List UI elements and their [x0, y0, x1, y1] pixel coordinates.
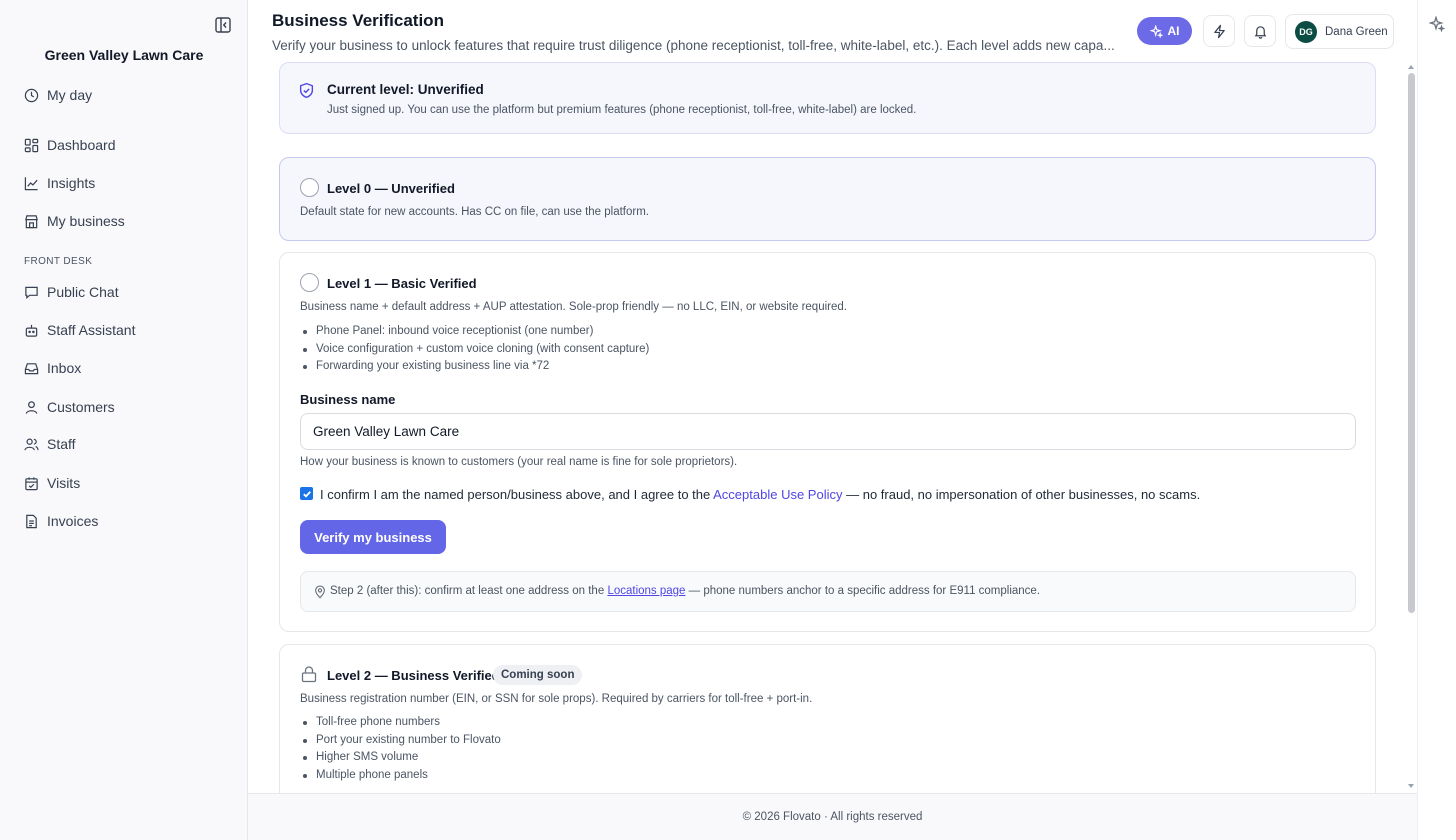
- aup-confirm-text: I confirm I am the named person/business…: [320, 487, 1200, 502]
- sidebar-item-invoices[interactable]: Invoices: [24, 510, 98, 532]
- level-1-radio[interactable]: [300, 273, 319, 292]
- notifications-button[interactable]: [1244, 15, 1276, 47]
- sidebar-item-dashboard[interactable]: Dashboard: [24, 134, 116, 156]
- sidebar-item-label: Inbox: [47, 360, 82, 376]
- sparkle-icon: [1149, 24, 1163, 38]
- current-level-description: Just signed up. You can use the platform…: [327, 104, 917, 116]
- sidebar-item-label: Staff Assistant: [47, 322, 136, 338]
- list-item: Multiple phone panels: [302, 767, 501, 785]
- list-item: Port your existing number to Flovato: [302, 732, 501, 750]
- level-description: Business registration number (EIN, or SS…: [300, 693, 813, 705]
- bell-icon: [1254, 25, 1266, 39]
- step-text-end: — phone numbers anchor to a specific add…: [688, 585, 1041, 597]
- list-item: Phone Panel: inbound voice receptionist …: [302, 323, 649, 341]
- assistant-rail: [1417, 0, 1456, 840]
- scroll-thumb[interactable]: [1408, 73, 1415, 613]
- inbox-icon: [24, 362, 39, 374]
- level-description: Business name + default address + AUP at…: [300, 301, 847, 313]
- sparkle-icon[interactable]: [1428, 15, 1446, 33]
- scroll-down-arrow[interactable]: [1408, 784, 1414, 788]
- sidebar-item-label: Invoices: [47, 513, 99, 529]
- sidebar-item-visits[interactable]: Visits: [24, 472, 80, 494]
- sidebar-item-label: Staff: [47, 436, 76, 452]
- calendar-check-icon: [25, 476, 38, 490]
- page-subtitle: Verify your business to unlock features …: [272, 38, 1115, 53]
- sidebar-item-customers[interactable]: Customers: [24, 396, 115, 418]
- list-item: Higher SMS volume: [302, 749, 501, 767]
- level-title: Level 0 — Unverified: [327, 181, 455, 196]
- sidebar: Green Valley Lawn Care My day Dashboard …: [0, 0, 248, 840]
- locations-page-link[interactable]: Locations page: [607, 585, 685, 597]
- current-level-card: Current level: Unverified Just signed up…: [279, 62, 1376, 134]
- aup-confirm-checkbox[interactable]: [300, 487, 313, 500]
- shield-check-icon: [299, 82, 314, 99]
- bot-icon: [25, 324, 38, 337]
- sidebar-item-label: Public Chat: [47, 284, 119, 300]
- chart-line-icon: [24, 176, 38, 190]
- sidebar-item-label: Dashboard: [47, 137, 116, 153]
- users-icon: [24, 438, 39, 450]
- confirm-text-start: I confirm I am the named person/business…: [320, 487, 711, 502]
- business-name-input[interactable]: [300, 413, 1356, 450]
- sidebar-item-label: My business: [47, 213, 125, 229]
- user-menu-button[interactable]: DG Dana Green: [1285, 14, 1394, 49]
- ai-button-label: AI: [1167, 24, 1180, 38]
- next-step-notice: Step 2 (after this): confirm at least on…: [300, 571, 1356, 612]
- lightning-icon: [1213, 24, 1225, 38]
- sidebar-item-label: Customers: [47, 399, 115, 415]
- sidebar-item-inbox[interactable]: Inbox: [24, 357, 81, 379]
- step-text-start: Step 2 (after this): confirm at least on…: [330, 585, 605, 597]
- list-item: Voice configuration + custom voice cloni…: [302, 341, 649, 359]
- confirm-text-end: — no fraud, no impersonation of other bu…: [846, 487, 1201, 502]
- user-icon: [25, 400, 38, 414]
- sidebar-collapse-icon[interactable]: [214, 16, 232, 34]
- map-pin-icon: [315, 585, 325, 599]
- sidebar-item-staff[interactable]: Staff: [24, 433, 76, 455]
- level-0-card[interactable]: Level 0 — Unverified Default state for n…: [279, 157, 1376, 241]
- page-title: Business Verification: [272, 11, 444, 30]
- user-name: Dana Green: [1325, 25, 1388, 38]
- lock-icon: [301, 666, 317, 683]
- avatar: DG: [1295, 20, 1317, 43]
- level-1-card: Level 1 — Basic Verified Business name +…: [279, 252, 1376, 632]
- coming-soon-badge: Coming soon: [493, 665, 583, 685]
- sidebar-item-public-chat[interactable]: Public Chat: [24, 281, 119, 303]
- clock-icon: [24, 88, 39, 102]
- front-desk-section-label: FRONT DESK: [24, 256, 93, 267]
- sidebar-item-label: My day: [47, 87, 93, 103]
- copyright-text: © 2026 Flovato · All rights reserved: [742, 811, 923, 823]
- dashboard-icon: [24, 138, 39, 152]
- sidebar-item-label: Visits: [47, 475, 81, 491]
- feature-list: Toll-free phone numbers Port your existi…: [302, 714, 501, 784]
- business-name-help: How your business is known to customers …: [300, 456, 738, 468]
- sidebar-item-insights[interactable]: Insights: [24, 172, 95, 194]
- list-item: Toll-free phone numbers: [302, 714, 501, 732]
- level-description: Default state for new accounts. Has CC o…: [300, 206, 650, 218]
- verify-business-button[interactable]: Verify my business: [300, 520, 446, 554]
- sidebar-item-my-day[interactable]: My day: [24, 84, 92, 106]
- level-2-card: Level 2 — Business Verified Coming soon …: [279, 644, 1376, 804]
- chat-bubble-icon: [25, 286, 38, 299]
- quick-actions-button[interactable]: [1203, 15, 1235, 47]
- sidebar-item-my-business[interactable]: My business: [24, 210, 125, 232]
- feature-list: Phone Panel: inbound voice receptionist …: [302, 323, 649, 376]
- sidebar-item-staff-assistant[interactable]: Staff Assistant: [24, 319, 135, 341]
- document-icon: [26, 514, 37, 528]
- store-icon: [25, 214, 38, 228]
- scroll-up-arrow[interactable]: [1408, 65, 1414, 69]
- checkmark-icon: [302, 490, 311, 498]
- business-name-label: Business name: [300, 392, 396, 407]
- level-0-radio[interactable]: [300, 178, 319, 197]
- next-step-text: Step 2 (after this): confirm at least on…: [330, 585, 1040, 597]
- level-title: Level 1 — Basic Verified: [327, 276, 477, 291]
- current-level-title: Current level: Unverified: [327, 82, 484, 97]
- acceptable-use-policy-link[interactable]: Acceptable Use Policy: [713, 487, 842, 502]
- sidebar-item-label: Insights: [47, 175, 96, 191]
- footer: © 2026 Flovato · All rights reserved: [248, 793, 1417, 840]
- level-title: Level 2 — Business Verified: [327, 668, 500, 683]
- ai-button[interactable]: AI: [1137, 17, 1192, 45]
- business-name: Green Valley Lawn Care: [44, 47, 204, 63]
- list-item: Forwarding your existing business line v…: [302, 358, 649, 376]
